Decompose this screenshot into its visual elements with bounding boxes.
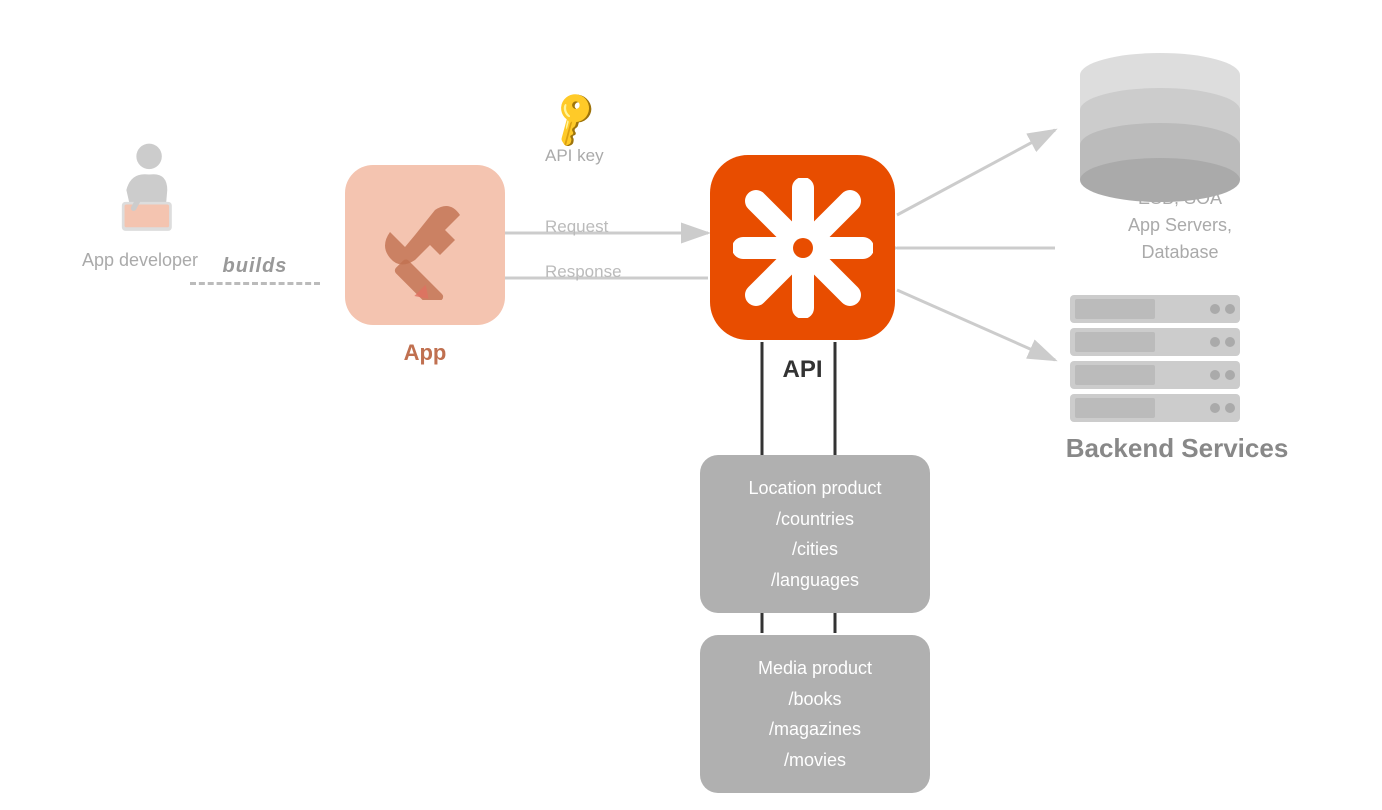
response-label: Response (545, 262, 622, 282)
key-icon: 🔑 (541, 86, 608, 152)
app-developer-section: App developer (50, 140, 230, 271)
developer-icon (95, 140, 185, 240)
api-key-container: 🔑 API key (545, 95, 604, 166)
media-product-text: Media product /books /magazines /movies (720, 653, 910, 775)
backend-services-label: Backend Services (1057, 433, 1297, 464)
app-wrench-pencil-icon (370, 190, 480, 300)
esb-label: ESB, SOA App Servers, Database (1070, 185, 1290, 266)
builds-label: builds (223, 255, 288, 278)
database-svg (1060, 45, 1260, 205)
media-product-box: Media product /books /magazines /movies (700, 635, 930, 793)
diagram-container: App developer builds App 🔑 API key Reque… (0, 0, 1382, 810)
app-developer-label: App developer (82, 250, 198, 271)
api-label: API (710, 356, 895, 384)
server-icon (1060, 290, 1250, 430)
location-product-box: Location product /countries /cities /lan… (700, 455, 930, 613)
builds-container: builds (190, 255, 320, 285)
api-box (710, 155, 895, 340)
app-box (345, 165, 505, 325)
app-label: App (345, 340, 505, 366)
request-label: Request (545, 217, 608, 237)
api-snowflake-icon (733, 178, 873, 318)
api-key-label: API key (545, 146, 604, 166)
builds-dashed-line (190, 282, 320, 285)
location-product-text: Location product /countries /cities /lan… (720, 473, 910, 595)
database-icon (1060, 45, 1260, 205)
server-svg (1060, 290, 1250, 430)
